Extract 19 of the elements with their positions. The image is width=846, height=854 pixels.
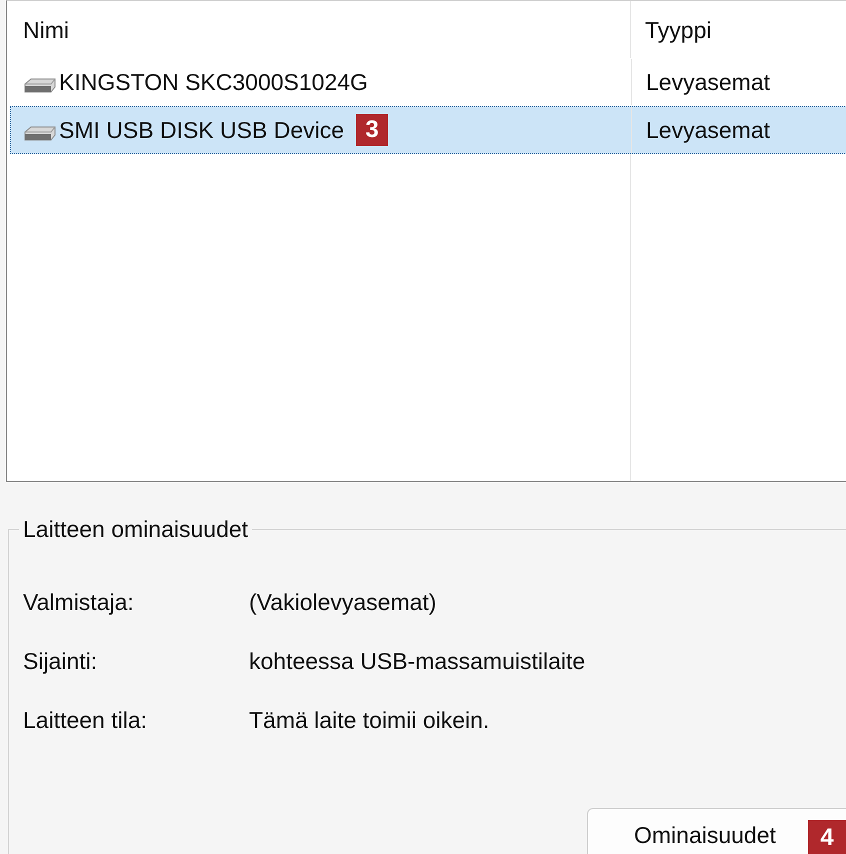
group-title: Laitteen ominaisuudet xyxy=(22,516,250,543)
column-header[interactable]: Tyyppi xyxy=(630,1,836,58)
property-value: Tämä laite toimii oikein. xyxy=(249,707,490,734)
device-type: Levyasemat xyxy=(631,59,837,105)
column-header[interactable]: Nimi xyxy=(7,1,630,58)
property-label: Valmistaja: xyxy=(23,589,135,616)
device-type: Levyasemat xyxy=(631,107,837,153)
property-value: (Vakiolevyasemat) xyxy=(249,589,436,616)
device-name: KINGSTON SKC3000S1024G xyxy=(59,68,368,96)
property-value: kohteessa USB-massamuistilaite xyxy=(249,648,586,675)
property-label: Laitteen tila: xyxy=(23,707,148,734)
device-row[interactable]: KINGSTON SKC3000S1024G Levyasemat xyxy=(10,58,846,106)
device-name: SMI USB DISK USB Device xyxy=(59,116,344,144)
drive-icon xyxy=(23,76,57,94)
callout-badge: 3 xyxy=(356,114,388,146)
drive-icon xyxy=(23,124,57,142)
property-label: Sijainti: xyxy=(23,648,98,675)
device-row[interactable]: SMI USB DISK USB Device 3 Levyasemat xyxy=(10,106,846,154)
callout-badge: 4 xyxy=(808,820,846,854)
